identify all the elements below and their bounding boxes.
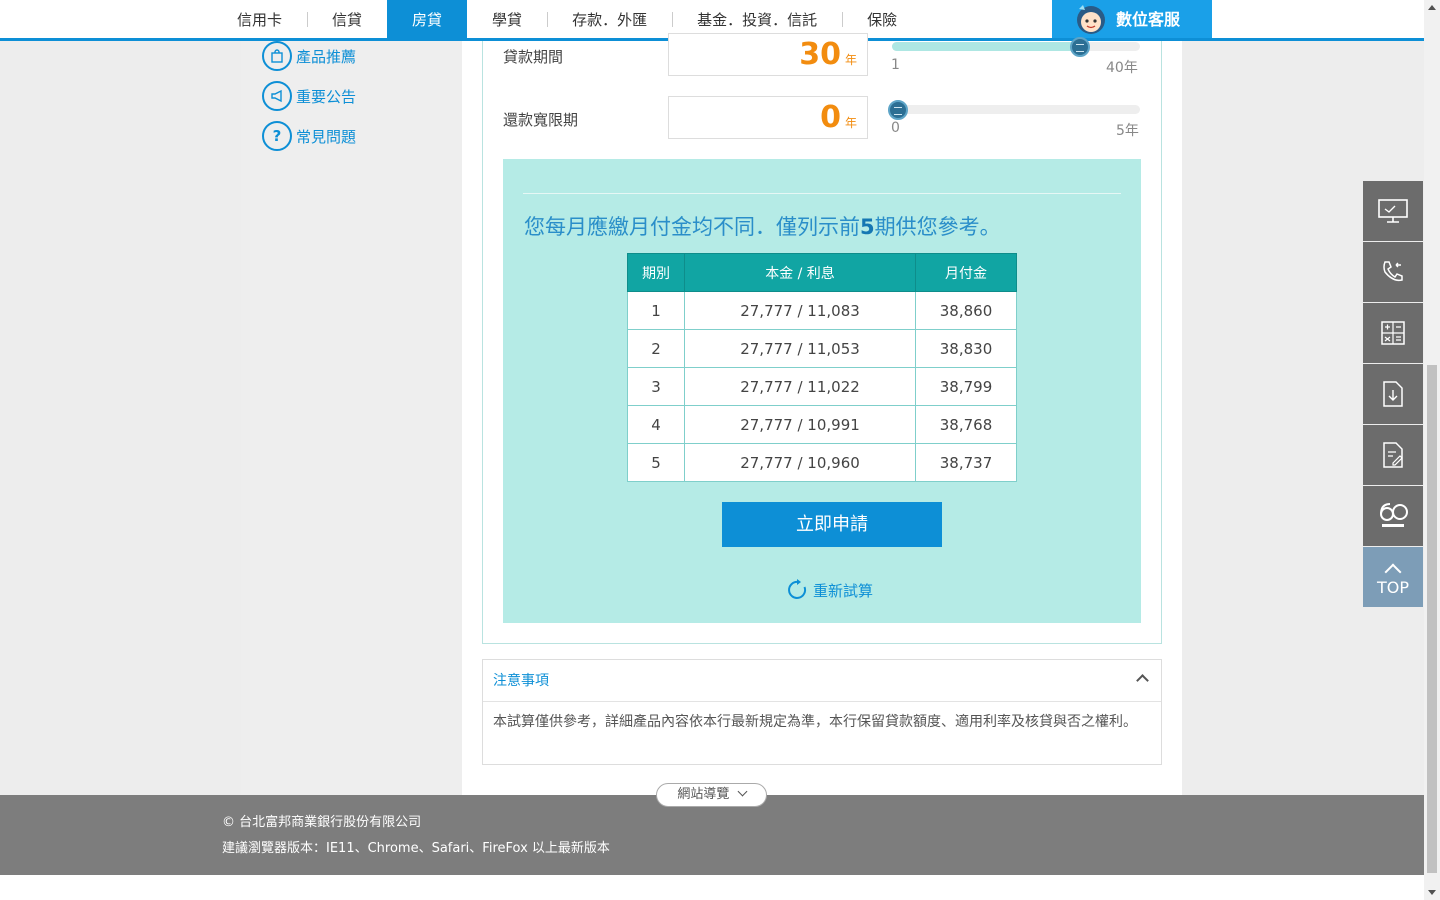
back-to-top-button[interactable]: TOP <box>1363 547 1423 607</box>
apply-now-button[interactable]: 立即申請 <box>722 502 942 547</box>
chevron-up-icon[interactable] <box>1136 674 1149 687</box>
principal-interest-cell: 27,777 / 10,991 <box>684 405 916 444</box>
megaphone-icon <box>262 81 292 111</box>
calculator-button[interactable] <box>1363 303 1423 363</box>
online-service-button[interactable] <box>1363 181 1423 241</box>
monitor-icon <box>1378 199 1408 223</box>
result-title-text: 您每月應繳月付金均不同．僅列示前 <box>524 215 860 239</box>
phone-icon <box>1383 261 1403 282</box>
loan-term-unit: 年 <box>844 53 857 67</box>
period-cell: 4 <box>627 405 685 444</box>
nav-item-deposit-forex[interactable]: 存款．外匯 <box>547 0 672 38</box>
calculator-icon <box>1381 321 1405 345</box>
sidebar-item-faq[interactable]: ? 常見問題 <box>262 121 356 151</box>
payment-schedule-table: 期別 本金 / 利息 月付金 1 27,777 / 11,083 38,860 … <box>627 253 1017 482</box>
sidebar <box>241 41 462 795</box>
digital-service-button[interactable]: 數位客服 <box>1052 0 1212 38</box>
vertical-scrollbar[interactable] <box>1424 0 1440 900</box>
grace-period-slider[interactable] <box>888 100 1140 120</box>
notes-header[interactable]: 注意事項 <box>483 660 1161 702</box>
sidebar-item-products[interactable]: 產品推薦 <box>262 41 356 71</box>
nav-item-mortgage[interactable]: 房貸 <box>387 0 468 38</box>
principal-interest-cell: 27,777 / 11,083 <box>684 291 916 330</box>
document-edit-icon <box>1383 442 1403 468</box>
loan-term-label: 貸款期間 <box>503 48 564 66</box>
grace-period-slider-handle[interactable] <box>888 100 908 120</box>
principal-interest-cell: 27,777 / 11,053 <box>684 329 916 368</box>
sitemap-label: 網站導覽 <box>677 787 730 802</box>
sidebar-item-label: 常見問題 <box>296 127 357 146</box>
scrollbar-thumb[interactable] <box>1427 365 1437 873</box>
result-title-suffix: 期供您參考。 <box>874 215 1001 239</box>
question-icon: ? <box>262 121 292 151</box>
monthly-payment-cell: 38,737 <box>915 443 1017 482</box>
table-header-row: 期別 本金 / 利息 月付金 <box>627 253 1017 292</box>
period-cell: 1 <box>627 291 685 330</box>
result-title: 您每月應繳月付金均不同．僅列示前5期供您參考。 <box>524 211 1001 241</box>
table-row: 4 27,777 / 10,991 38,768 <box>627 405 1017 444</box>
table-row: 1 27,777 / 11,083 38,860 <box>627 291 1017 330</box>
grace-period-value: 0 <box>820 100 841 135</box>
scroll-down-arrow-icon[interactable] <box>1428 890 1436 895</box>
loan-term-slider[interactable] <box>892 37 1140 57</box>
grace-period-field[interactable]: 0年 <box>668 96 868 139</box>
grace-period-label: 還款寬限期 <box>503 111 579 129</box>
monthly-payment-cell: 38,860 <box>915 291 1017 330</box>
principal-interest-cell: 27,777 / 10,960 <box>684 443 916 482</box>
notes-title: 注意事項 <box>493 673 549 689</box>
loan-term-slider-fill <box>892 42 1081 51</box>
digital-service-label: 數位客服 <box>1116 10 1181 29</box>
notes-panel: 注意事項 本試算僅供參考，詳細產品內容依本行最新規定為準，本行保留貸款額度、適用… <box>482 659 1162 765</box>
nav-item-personal-loan[interactable]: 信貸 <box>307 0 387 38</box>
grace-period-max: 5年 <box>1116 123 1139 139</box>
recalculate-link[interactable]: 重新試算 <box>787 579 873 601</box>
grace-period-min: 0 <box>891 120 900 136</box>
monthly-payment-cell: 38,768 <box>915 405 1017 444</box>
anniversary-button[interactable] <box>1363 486 1423 546</box>
sitemap-toggle-button[interactable]: 網站導覽 <box>656 783 767 807</box>
monthly-payment-cell: 38,799 <box>915 367 1017 406</box>
notes-text: 本試算僅供參考，詳細產品內容依本行最新規定為準，本行保留貸款額度、適用利率及核貸… <box>493 714 1137 730</box>
loan-term-max: 40年 <box>1106 60 1138 76</box>
sidebar-item-label: 產品推薦 <box>296 47 357 66</box>
nav-item-student-loan[interactable]: 學貸 <box>467 0 547 38</box>
divider <box>523 193 1121 194</box>
floating-toolbar: TOP <box>1363 181 1423 608</box>
period-cell: 2 <box>627 329 685 368</box>
loan-term-min: 1 <box>891 57 900 73</box>
period-cell: 3 <box>627 367 685 406</box>
result-panel: 您每月應繳月付金均不同．僅列示前5期供您參考。 期別 本金 / 利息 月付金 1… <box>503 159 1141 623</box>
loan-term-field[interactable]: 30 年 <box>668 33 868 76</box>
loan-term-value: 30 <box>799 37 841 72</box>
footer <box>0 795 1424 875</box>
sidebar-item-label: 重要公告 <box>296 87 357 106</box>
grace-period-unit: 年 <box>844 116 857 130</box>
mascot-icon <box>1077 5 1105 34</box>
table-row: 2 27,777 / 11,053 38,830 <box>627 329 1017 368</box>
copyright-text: © 台北富邦商業銀行股份有限公司 <box>222 815 422 830</box>
chevron-down-icon <box>737 786 748 797</box>
browser-support-text: 建議瀏覽器版本：IE11、Chrome、Safari、FireFox 以上最新版… <box>222 841 610 856</box>
call-back-button[interactable] <box>1363 242 1423 302</box>
shopping-bag-icon <box>262 41 292 71</box>
download-icon <box>1383 381 1403 407</box>
download-button[interactable] <box>1363 364 1423 424</box>
period-cell: 5 <box>627 443 685 482</box>
refresh-icon <box>788 579 807 599</box>
recalculate-label: 重新試算 <box>813 581 874 600</box>
monthly-payment-cell: 38,830 <box>915 329 1017 368</box>
result-title-count: 5 <box>860 215 875 239</box>
nav-item-credit-card[interactable]: 信用卡 <box>212 0 307 38</box>
header-monthly-payment: 月付金 <box>915 253 1017 292</box>
header-principal-interest: 本金 / 利息 <box>684 253 916 292</box>
table-row: 5 27,777 / 10,960 38,737 <box>627 443 1017 482</box>
sidebar-item-announcements[interactable]: 重要公告 <box>262 81 356 111</box>
apply-form-button[interactable] <box>1363 425 1423 485</box>
principal-interest-cell: 27,777 / 11,022 <box>684 367 916 406</box>
sixty-anniversary-icon <box>1380 503 1408 527</box>
table-row: 3 27,777 / 11,022 38,799 <box>627 367 1017 406</box>
header-period: 期別 <box>627 253 685 292</box>
scroll-up-arrow-icon[interactable] <box>1428 5 1436 10</box>
